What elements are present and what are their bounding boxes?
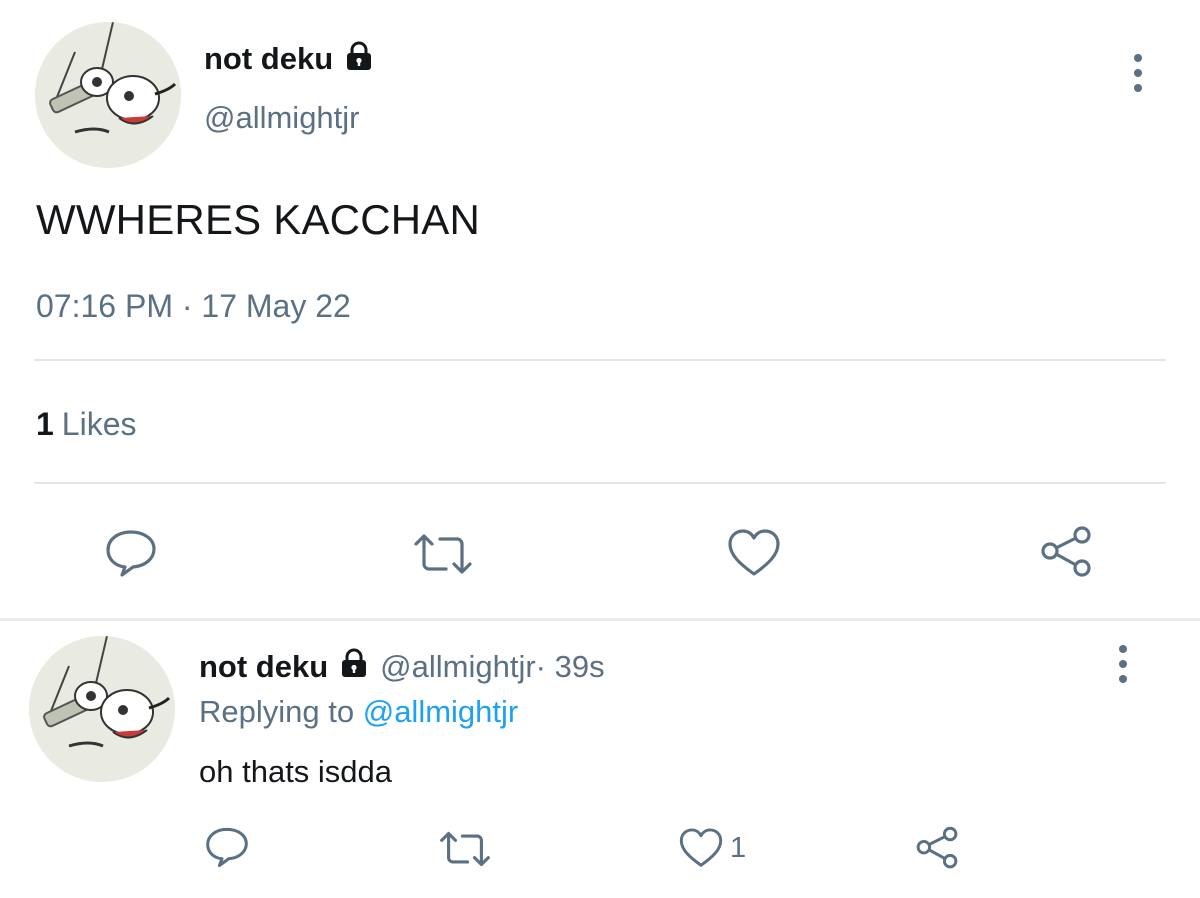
display-name[interactable]: not deku [199, 649, 328, 685]
likes-count: 1 [36, 406, 54, 442]
author-handle[interactable]: @allmightjr [204, 100, 360, 136]
reply-header: not deku @allmightjr · 39s [199, 647, 605, 687]
retweet-button[interactable] [412, 532, 474, 576]
tweet-text: WWHERES KACCHAN [36, 196, 481, 243]
avatar[interactable] [29, 636, 175, 782]
share-icon [1041, 526, 1091, 577]
more-vertical-icon[interactable] [1119, 645, 1127, 683]
like-count: 1 [730, 831, 747, 864]
heart-icon [728, 529, 780, 576]
author-handle[interactable]: @allmightjr [380, 649, 536, 685]
divider [34, 482, 1166, 484]
main-tweet: not deku @allmightjr WWHERES KACCHAN 07:… [0, 0, 1200, 618]
like-button[interactable] [726, 528, 782, 578]
comment-icon [106, 530, 156, 577]
avatar-image [35, 22, 181, 168]
likes-summary[interactable]: 1 Likes [36, 406, 137, 443]
heart-icon [679, 828, 723, 867]
share-button[interactable] [914, 825, 960, 871]
reply-text: oh thats isdda [199, 754, 393, 789]
likes-label: Likes [61, 406, 137, 442]
avatar[interactable] [35, 22, 181, 168]
retweet-button[interactable] [438, 830, 492, 868]
display-name[interactable]: not deku [204, 41, 333, 77]
tweet-timestamp: 07:16 PM · 17 May 22 [36, 288, 351, 324]
reply-tweet[interactable]: not deku @allmightjr · 39s Replying to @… [0, 621, 1200, 898]
replying-to: Replying to @allmightjr [199, 694, 518, 730]
replying-prefix: Replying to [199, 694, 363, 729]
avatar-image [29, 636, 175, 782]
replying-handle-link[interactable]: @allmightjr [363, 694, 519, 729]
retweet-icon [440, 831, 490, 867]
comment-icon [206, 827, 248, 867]
lock-icon [343, 40, 375, 77]
reply-time: · 39s [535, 649, 605, 684]
retweet-icon [414, 534, 472, 574]
share-icon [916, 826, 958, 869]
reply-button[interactable] [204, 826, 250, 868]
lock-icon [338, 647, 370, 687]
share-button[interactable] [1038, 524, 1094, 580]
author-name-row: not deku [204, 40, 375, 77]
more-vertical-icon[interactable] [1134, 54, 1142, 92]
reply-button[interactable] [104, 528, 158, 578]
divider [34, 359, 1166, 361]
like-button[interactable]: 1 [678, 827, 746, 869]
